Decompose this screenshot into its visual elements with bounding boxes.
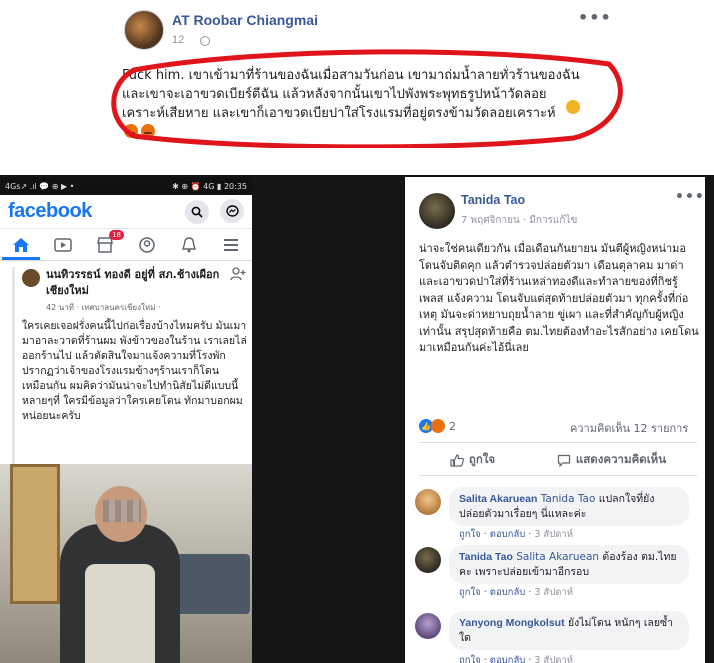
reply-author[interactable]: Yanyong Mongkolsut [459, 617, 565, 629]
comment-bubble: Tanida Tao Salita Akaruean ต้องร้อง ตม.ไ… [449, 545, 689, 584]
avatar[interactable] [415, 489, 441, 515]
globe-icon [200, 36, 210, 46]
reply-meta: ถูกใจ · ตอบกลับ · 3 สัปดาห์ [459, 653, 573, 663]
angry-emoji-icon [141, 123, 155, 138]
comment-label: แสดงความคิดเห็น [575, 452, 667, 466]
like-button[interactable]: ถูกใจ [450, 451, 495, 469]
marketplace-icon[interactable]: 18 [92, 229, 124, 256]
post-author[interactable]: นนทิวรรธน์ ทองดี อยู่ที่ สภ.ช้างเผือก เช… [46, 267, 226, 299]
reply-tag[interactable]: Tanida Tao [541, 493, 596, 505]
add-friend-icon[interactable] [230, 267, 246, 284]
reply-like-link[interactable]: ถูกใจ [459, 529, 481, 540]
messenger-icon[interactable] [220, 199, 244, 224]
reply-author[interactable]: Tanida Tao [459, 551, 513, 563]
avatar[interactable] [415, 613, 441, 639]
reply-like-link[interactable]: ถูกใจ [459, 587, 481, 598]
thumbs-up-icon [450, 453, 464, 467]
comment-button[interactable]: แสดงความคิดเห็น [557, 451, 666, 469]
status-left: 4Gs↗ .ıl 💬 ⊕ ▶ • [5, 181, 75, 191]
post-text: Fuck him. เขาเข้ามาที่ร้านของฉันเมื่อสาม… [122, 68, 580, 121]
post-timestamp: 42 นาที · เทศบาลนครเชียงใหม่ · [46, 303, 161, 312]
home-icon[interactable] [8, 234, 34, 256]
profile-icon[interactable] [134, 234, 160, 256]
post-text: ใครเคยเจอฝรั่งคนนี้ไปก่อเรื่องบ้างไหมครั… [22, 320, 247, 422]
reply-like-link[interactable]: ถูกใจ [459, 655, 481, 663]
photo-shirt [85, 564, 155, 663]
search-icon[interactable] [184, 199, 209, 224]
reply-reply-link[interactable]: ตอบกลับ [490, 655, 526, 663]
reply-reply-link[interactable]: ตอบกลับ [490, 587, 526, 598]
comment-text: น่าจะใช่คนเดียวกัน เมื่อเดือนกันยายน มัน… [419, 242, 699, 354]
comment-author[interactable]: Tanida Tao [461, 193, 525, 207]
post-timestamp[interactable]: 12 [172, 34, 184, 46]
angry-reaction-icon [431, 419, 445, 433]
action-bar: ถูกใจ แสดงความคิดเห็น [419, 447, 697, 473]
reply-time[interactable]: 3 สัปดาห์ [534, 587, 573, 598]
comment-bubble: Yanyong Mongkolsut ยังไม่โดน หนักๆ เลยซ้… [449, 611, 689, 650]
avatar[interactable] [22, 269, 40, 287]
comment-count[interactable]: ความคิดเห็น 12 รายการ [570, 419, 688, 437]
menu-icon[interactable] [218, 234, 244, 256]
reply-tag[interactable]: Salita Akaruean [516, 551, 599, 563]
reply-author[interactable]: Salita Akaruean [459, 493, 537, 505]
emoji-row [124, 120, 158, 139]
avatar[interactable] [419, 193, 455, 229]
angry-emoji-icon [124, 123, 138, 138]
reply-reply-link[interactable]: ตอบกลับ [490, 529, 526, 540]
watch-icon[interactable] [50, 234, 76, 256]
like-label: ถูกใจ [468, 452, 496, 466]
notifications-icon[interactable] [176, 234, 202, 256]
facebook-logo: facebook [8, 200, 92, 222]
reaction-count: 2 [449, 419, 456, 433]
reply-time[interactable]: 3 สัปดาห์ [534, 655, 573, 663]
fb-header: facebook [0, 195, 252, 229]
fb-tab-bar: 18 [0, 229, 252, 261]
more-options-icon[interactable]: ••• [675, 189, 705, 205]
marketplace-badge: 18 [109, 229, 124, 240]
page-name[interactable]: AT Roobar Chiangmai [172, 12, 318, 28]
reply-time[interactable]: 3 สัปดาห์ [534, 529, 573, 540]
reply-meta: ถูกใจ · ตอบกลับ · 3 สัปดาห์ [459, 529, 574, 540]
divider [419, 475, 697, 476]
phone-screenshot: 4Gs↗ .ıl 💬 ⊕ ▶ • ✱ ⊕ ⏰ 4G ▮ 20:35 facebo… [0, 177, 252, 663]
status-right: ✱ ⊕ ⏰ 4G ▮ 20:35 [172, 181, 247, 191]
divider [419, 442, 697, 443]
active-tab-indicator [2, 257, 40, 260]
comment-timestamp[interactable]: 7 พฤศจิกายน · มีการแก้ไข [461, 213, 577, 228]
photo-face-blur [103, 500, 141, 522]
sad-emoji-icon [566, 100, 580, 114]
comment-bubble-icon [557, 454, 570, 467]
post-photo[interactable] [0, 464, 252, 663]
avatar[interactable] [415, 547, 441, 573]
comment-bubble: Salita Akaruean Tanida Tao แปลกใจที่ยังป… [449, 487, 689, 526]
reaction-summary[interactable]: 👍 2 [419, 419, 456, 433]
more-options-icon[interactable]: ••• [578, 8, 612, 27]
comment-panel: Tanida Tao 7 พฤศจิกายน · มีการแก้ไข ••• … [405, 177, 705, 663]
reply-meta: ถูกใจ · ตอบกลับ · 3 สัปดาห์ [459, 587, 574, 598]
status-bar: 4Gs↗ .ıl 💬 ⊕ ▶ • ✱ ⊕ ⏰ 4G ▮ 20:35 [0, 177, 252, 195]
page-avatar[interactable] [124, 10, 164, 50]
photo-door [10, 464, 60, 604]
